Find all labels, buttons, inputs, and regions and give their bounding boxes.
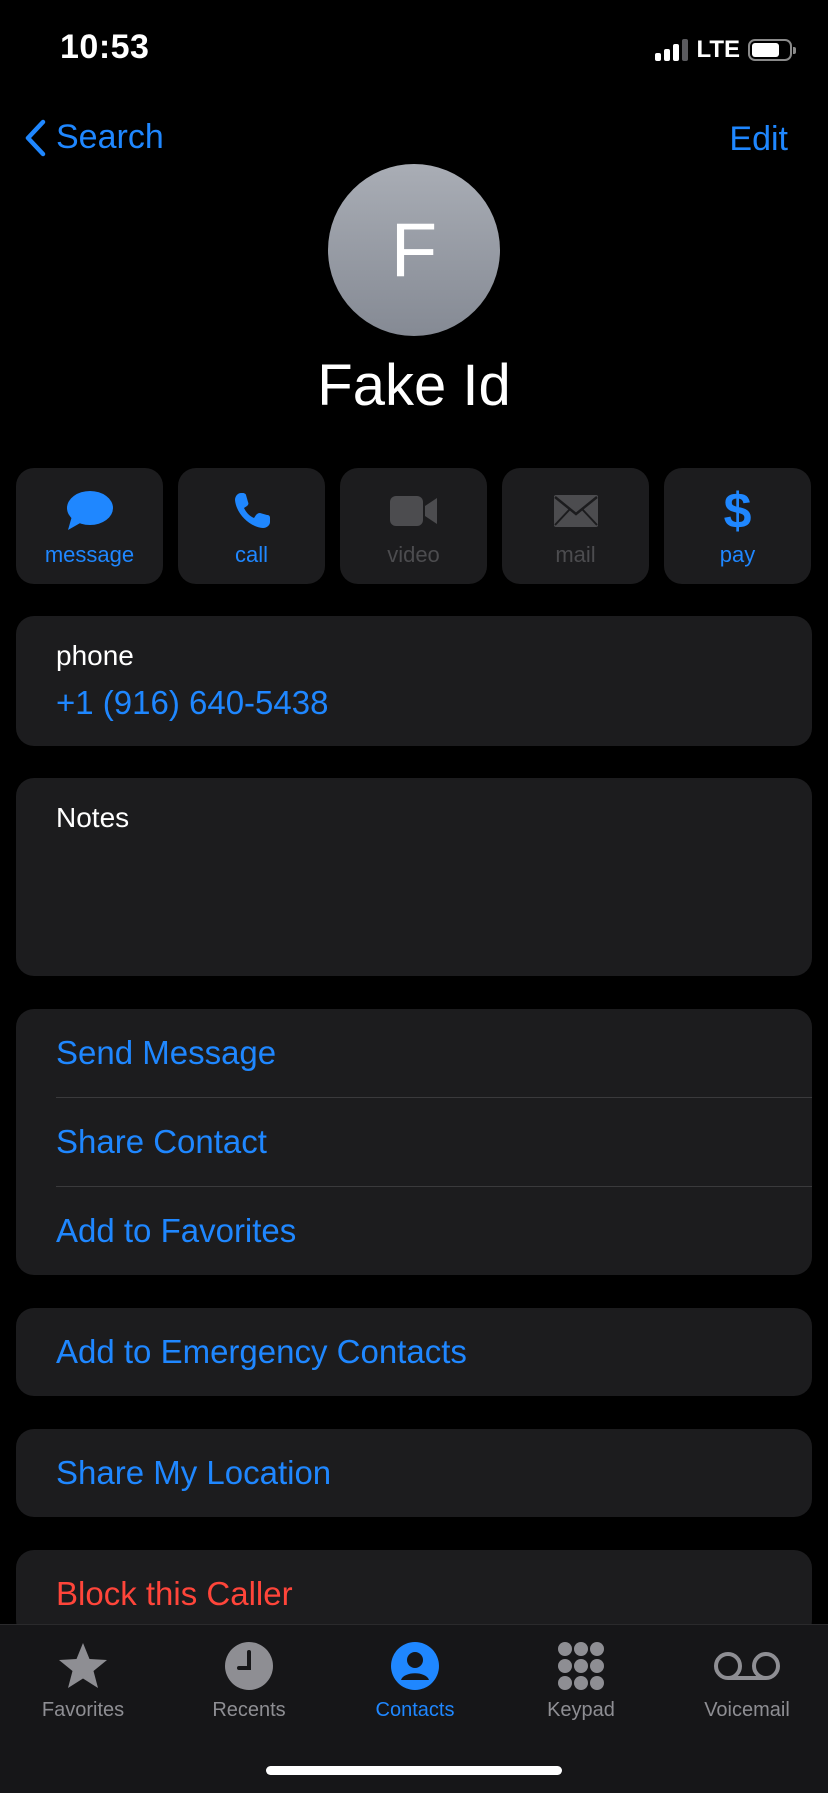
tab-label: Favorites bbox=[41, 1699, 125, 1721]
star-icon bbox=[59, 1643, 107, 1688]
battery-icon bbox=[748, 39, 796, 61]
call-button[interactable]: call bbox=[178, 468, 325, 584]
tab-label: Keypad bbox=[547, 1699, 615, 1721]
clock-icon bbox=[225, 1642, 273, 1690]
mail-label: mail bbox=[555, 542, 596, 567]
status-time: 10:53 bbox=[60, 28, 150, 66]
voicemail-icon bbox=[714, 1652, 780, 1680]
chevron-left-icon bbox=[25, 119, 46, 156]
message-label: message bbox=[44, 542, 135, 567]
add-favorites-row[interactable]: Add to Favorites bbox=[16, 1187, 812, 1275]
video-label: video bbox=[387, 542, 440, 567]
phone-card[interactable]: phone +1 (916) 640-5438 bbox=[16, 616, 812, 746]
tab-favorites[interactable]: Favorites bbox=[0, 1641, 166, 1722]
video-button[interactable]: video bbox=[340, 468, 487, 584]
phone-icon bbox=[234, 493, 270, 528]
back-label: Search bbox=[56, 118, 164, 156]
person-icon bbox=[391, 1642, 439, 1690]
tab-label: Voicemail bbox=[704, 1699, 790, 1721]
video-camera-icon bbox=[389, 496, 437, 526]
edit-button[interactable]: Edit bbox=[729, 120, 788, 159]
send-message-row[interactable]: Send Message bbox=[16, 1009, 812, 1097]
tab-label: Contacts bbox=[375, 1699, 455, 1721]
message-button[interactable]: message bbox=[16, 468, 163, 584]
tab-keypad[interactable]: Keypad bbox=[498, 1641, 664, 1722]
tab-recents[interactable]: Recents bbox=[166, 1641, 332, 1722]
pay-button[interactable]: $ pay bbox=[664, 468, 811, 584]
signal-icon bbox=[655, 39, 689, 61]
share-location-label: Share My Location bbox=[56, 1454, 332, 1491]
phone-label: phone bbox=[56, 640, 134, 671]
action-buttons: message call video mail $ pay bbox=[16, 468, 811, 584]
tab-label: Recents bbox=[212, 1699, 286, 1721]
call-label: call bbox=[234, 542, 268, 567]
emergency-contacts-row[interactable]: Add to Emergency Contacts bbox=[16, 1308, 812, 1396]
notes-label: Notes bbox=[56, 802, 130, 833]
pay-label: pay bbox=[719, 542, 756, 567]
avatar: F bbox=[328, 164, 500, 336]
notes-card[interactable]: Notes bbox=[16, 778, 812, 976]
status-indicators: LTE bbox=[655, 36, 796, 64]
block-caller-label: Block this Caller bbox=[56, 1575, 293, 1612]
emergency-contacts-label: Add to Emergency Contacts bbox=[56, 1333, 467, 1370]
phone-number[interactable]: +1 (916) 640-5438 bbox=[56, 684, 328, 722]
add-favorites-label: Add to Favorites bbox=[56, 1212, 297, 1249]
contact-name: Fake Id bbox=[317, 353, 511, 418]
dollar-icon: $ bbox=[723, 483, 752, 539]
message-bubble-icon bbox=[66, 491, 113, 530]
home-indicator bbox=[266, 1766, 562, 1775]
options-group: Send Message Share Contact Add to Favori… bbox=[16, 1009, 812, 1275]
tab-contacts[interactable]: Contacts bbox=[332, 1641, 498, 1722]
network-type: LTE bbox=[696, 36, 740, 63]
share-contact-label: Share Contact bbox=[56, 1123, 267, 1160]
tab-voicemail[interactable]: Voicemail bbox=[664, 1641, 828, 1722]
share-contact-row[interactable]: Share Contact bbox=[16, 1098, 812, 1186]
envelope-icon bbox=[553, 495, 598, 527]
back-button[interactable]: Search bbox=[24, 118, 164, 157]
keypad-icon bbox=[558, 1642, 604, 1690]
mail-button[interactable]: mail bbox=[502, 468, 649, 584]
share-location-row[interactable]: Share My Location bbox=[16, 1429, 812, 1517]
send-message-label: Send Message bbox=[56, 1034, 277, 1071]
